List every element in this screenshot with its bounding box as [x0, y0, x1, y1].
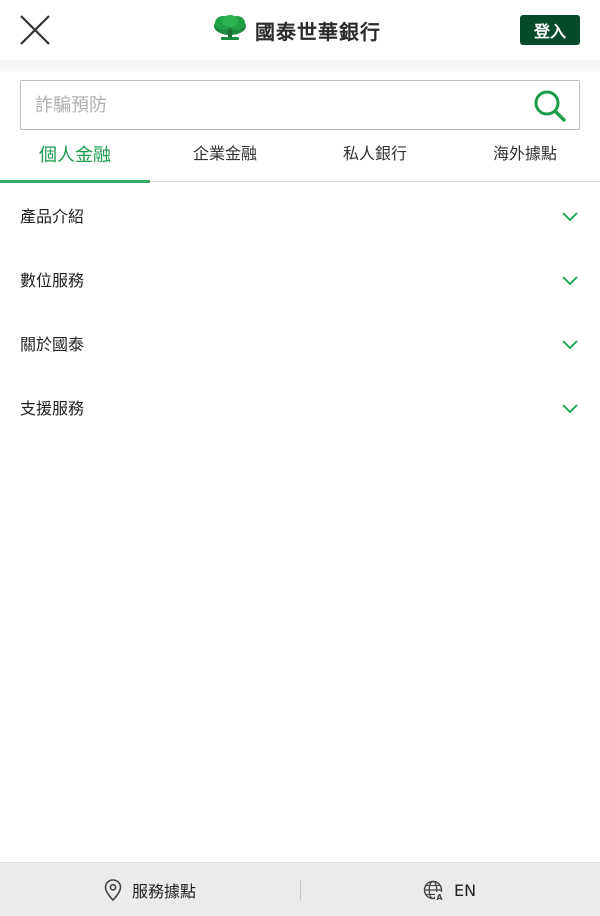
- search-icon[interactable]: [533, 89, 567, 123]
- menu-item-products[interactable]: 產品介紹: [0, 182, 600, 246]
- menu-list: 產品介紹 數位服務 關於國泰 支援服務: [0, 182, 600, 438]
- category-tabs: 個人金融 企業金融 私人銀行 海外據點: [0, 134, 600, 183]
- chevron-down-icon: [561, 335, 579, 350]
- tab-label: 企業金融: [192, 144, 257, 163]
- globe-icon: A: [423, 880, 444, 901]
- chevron-down-icon: [561, 207, 579, 222]
- tab-overseas-branches[interactable]: 海外據點: [450, 134, 600, 181]
- tab-corporate-banking[interactable]: 企業金融: [150, 134, 300, 181]
- footer-bar: 服務據點 A EN: [0, 862, 600, 916]
- language-switch[interactable]: A EN: [423, 863, 476, 916]
- chevron-down-icon: [561, 271, 579, 286]
- branches-link[interactable]: 服務據點: [104, 863, 196, 916]
- footer-divider: [300, 880, 301, 900]
- menu-item-label: 產品介紹: [20, 207, 85, 226]
- search-input[interactable]: [35, 81, 525, 129]
- header-divider: [0, 60, 600, 72]
- login-button[interactable]: 登入: [520, 15, 580, 45]
- tree-logo-icon: [213, 14, 247, 46]
- menu-item-support[interactable]: 支援服務: [0, 374, 600, 438]
- tab-private-banking[interactable]: 私人銀行: [300, 134, 450, 181]
- search-bar: [20, 80, 580, 130]
- svg-text:A: A: [436, 893, 443, 901]
- bank-logo[interactable]: 國泰世華銀行: [213, 14, 381, 46]
- tab-label: 個人金融: [39, 145, 111, 166]
- menu-item-label: 數位服務: [20, 271, 85, 290]
- branches-label: 服務據點: [132, 882, 197, 901]
- location-pin-icon: [104, 879, 122, 901]
- tab-label: 私人銀行: [342, 144, 407, 163]
- tab-personal-banking[interactable]: 個人金融: [0, 134, 150, 183]
- tab-label: 海外據點: [492, 144, 557, 163]
- logo-text: 國泰世華銀行: [255, 19, 381, 44]
- language-label: EN: [454, 880, 477, 900]
- menu-item-label: 關於國泰: [20, 335, 85, 354]
- menu-item-label: 支援服務: [20, 399, 85, 418]
- menu-item-about[interactable]: 關於國泰: [0, 310, 600, 374]
- close-icon[interactable]: [18, 13, 52, 47]
- chevron-down-icon: [561, 399, 579, 414]
- menu-item-digital-services[interactable]: 數位服務: [0, 246, 600, 310]
- header: 國泰世華銀行 登入: [0, 0, 600, 60]
